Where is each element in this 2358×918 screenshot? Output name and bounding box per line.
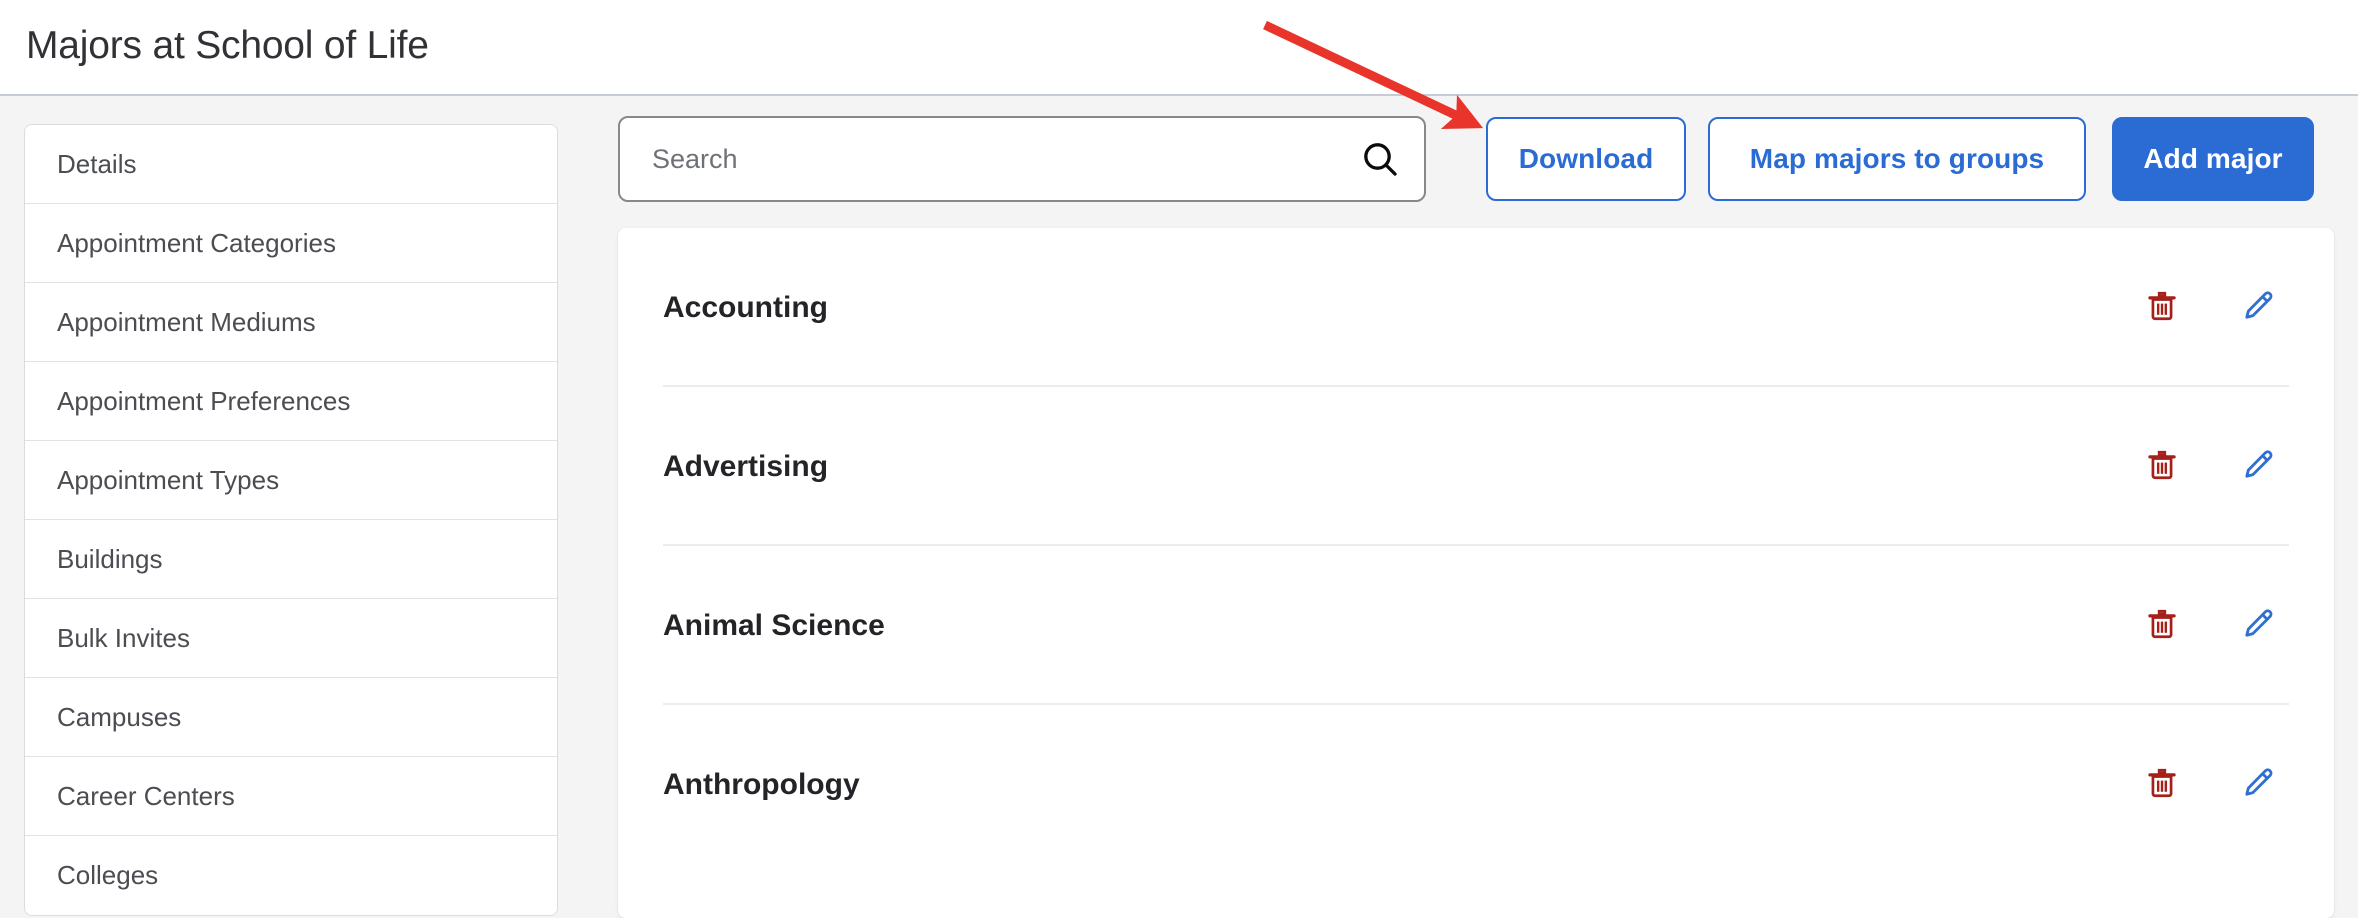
delete-major-button[interactable] (2131, 595, 2193, 657)
sidebar-item-label: Appointment Mediums (57, 306, 316, 337)
major-name: Accounting (663, 290, 828, 324)
map-majors-to-groups-button[interactable]: Map majors to groups (1708, 117, 2086, 201)
page-header: Majors at School of Life (0, 0, 2358, 96)
sidebar-item-label: Buildings (57, 543, 163, 574)
pencil-icon (2241, 289, 2275, 326)
edit-major-button[interactable] (2227, 754, 2289, 816)
add-major-button[interactable]: Add major (2112, 117, 2314, 201)
pencil-icon (2241, 766, 2275, 803)
row-actions (2131, 436, 2289, 498)
settings-sidebar: Details Appointment Categories Appointment… (24, 124, 558, 916)
trash-icon (2145, 448, 2179, 485)
sidebar-item-appointment-categories[interactable]: Appointment Categories (25, 204, 557, 283)
edit-major-button[interactable] (2227, 595, 2289, 657)
body-region: Details Appointment Categories Appointment… (0, 98, 2358, 918)
edit-major-button[interactable] (2227, 277, 2289, 339)
sidebar-item-label: Bulk Invites (57, 622, 190, 653)
sidebar-item-label: Appointment Categories (57, 227, 336, 258)
majors-list: Accounting Advertising Animal Science Anthr… (618, 228, 2334, 918)
pencil-icon (2241, 448, 2275, 485)
major-row: Animal Science (618, 546, 2334, 705)
edit-major-button[interactable] (2227, 436, 2289, 498)
major-name: Animal Science (663, 608, 885, 642)
toolbar: Download Map majors to groups Add major (618, 116, 2334, 202)
sidebar-item-label: Details (57, 148, 137, 179)
trash-icon (2145, 289, 2179, 326)
search-box[interactable] (618, 116, 1426, 202)
sidebar-item-label: Appointment Preferences (57, 385, 351, 416)
sidebar-item-bulk-invites[interactable]: Bulk Invites (25, 599, 557, 678)
row-actions (2131, 595, 2289, 657)
sidebar-item-label: Campuses (57, 701, 182, 732)
delete-major-button[interactable] (2131, 754, 2193, 816)
sidebar-item-details[interactable]: Details (25, 125, 557, 204)
major-name: Advertising (663, 449, 829, 483)
sidebar-item-buildings[interactable]: Buildings (25, 520, 557, 599)
row-actions (2131, 754, 2289, 816)
pencil-icon (2241, 607, 2275, 644)
sidebar-item-appointment-mediums[interactable]: Appointment Mediums (25, 283, 557, 362)
major-row: Accounting (618, 228, 2334, 387)
trash-icon (2145, 766, 2179, 803)
sidebar-item-appointment-preferences[interactable]: Appointment Preferences (25, 362, 557, 441)
delete-major-button[interactable] (2131, 436, 2193, 498)
sidebar-item-appointment-types[interactable]: Appointment Types (25, 441, 557, 520)
search-input[interactable] (620, 118, 1348, 200)
major-row: Anthropology (618, 705, 2334, 864)
major-row: Advertising (618, 387, 2334, 546)
row-actions (2131, 277, 2289, 339)
page-title: Majors at School of Life (26, 24, 429, 67)
trash-icon (2145, 607, 2179, 644)
search-icon[interactable] (1360, 139, 1400, 179)
sidebar-item-label: Appointment Types (57, 464, 280, 495)
sidebar-item-colleges[interactable]: Colleges (25, 836, 557, 915)
major-name: Anthropology (663, 767, 860, 801)
sidebar-item-label: Colleges (57, 860, 159, 890)
download-button[interactable]: Download (1486, 117, 1686, 201)
sidebar-item-campuses[interactable]: Campuses (25, 678, 557, 757)
delete-major-button[interactable] (2131, 277, 2193, 339)
sidebar-item-label: Career Centers (57, 780, 235, 811)
sidebar-item-career-centers[interactable]: Career Centers (25, 757, 557, 836)
